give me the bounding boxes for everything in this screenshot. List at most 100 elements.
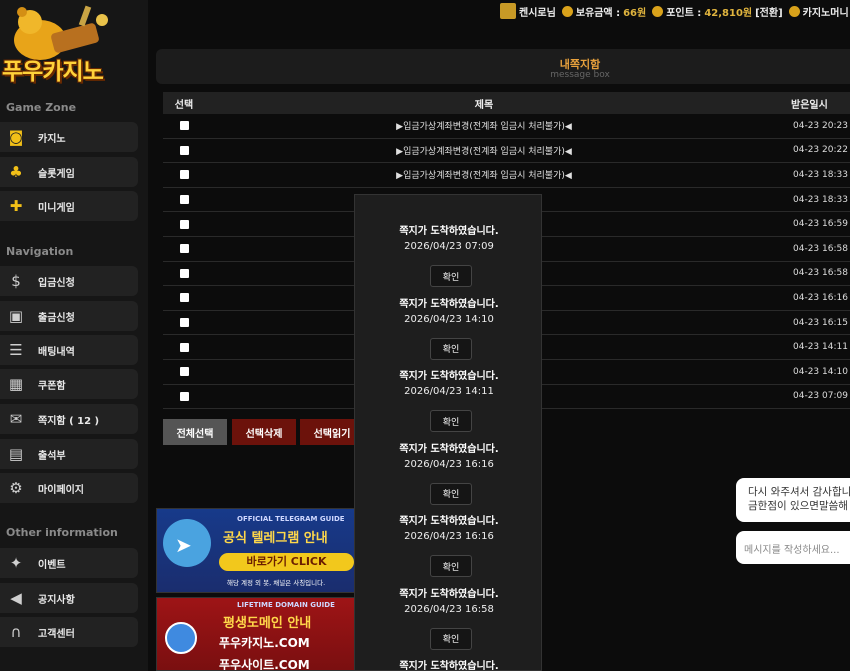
chat-line-2: 금한점이 있으면말씀해 xyxy=(748,500,848,512)
table-row[interactable]: ▶입금가상계좌변경(전계좌 입금시 처리불가)◀ 04-23 20:23 xyxy=(163,114,850,139)
row-checkbox-cell xyxy=(163,342,205,352)
user-settings-icon: ⚙ xyxy=(9,479,23,497)
domain-banner-title: 평생도메인 안내 xyxy=(223,616,312,631)
sidebar-item-attendance[interactable]: ▤ 출석부 xyxy=(0,439,138,469)
sidebar-item-label: 카지노 xyxy=(38,133,66,145)
row-date: 04-23 07:09 xyxy=(793,391,848,402)
deposit-icon: $ xyxy=(11,272,21,290)
sidebar-item-event[interactable]: ✦ 이벤트 xyxy=(0,548,138,578)
sidebar-item-label: 미니게임 xyxy=(38,202,75,214)
row-checkbox-cell xyxy=(163,268,205,278)
notification-message: 쪽지가 도착하였습니다. xyxy=(399,298,499,310)
sidebar-item-mypage[interactable]: ⚙ 마이페이지 xyxy=(0,473,138,503)
sidebar-item-label: 출석부 xyxy=(38,450,66,462)
header-date: 받은일시 xyxy=(791,99,828,111)
row-checkbox[interactable] xyxy=(179,342,189,352)
notification-item: 쪽지가 도착하였습니다. 2026/04/23 14:10 xyxy=(355,295,541,325)
notification-item: 쪽지가 도착하였습니다. 2026/04/23 16:16 xyxy=(355,512,541,542)
row-checkbox[interactable] xyxy=(179,391,189,401)
select-all-button[interactable]: 전체선택 xyxy=(163,419,227,445)
cherry-icon: ♣ xyxy=(9,163,23,181)
withdraw-icon: ▣ xyxy=(8,307,24,325)
notification-message: 쪽지가 도착하였습니다. xyxy=(399,588,499,600)
casino-chip-icon: ◙ xyxy=(8,128,24,146)
row-date: 04-23 18:33 xyxy=(793,169,848,180)
notification-confirm-button[interactable]: 확인 xyxy=(430,337,472,360)
row-date: 04-23 14:10 xyxy=(793,366,848,377)
sidebar-item-messages[interactable]: ✉ 쪽지함 ( 12 ) xyxy=(0,404,138,434)
sidebar-item-label: 출금신청 xyxy=(38,312,75,324)
coupon-icon: ▦ xyxy=(8,375,24,393)
points-icon xyxy=(652,5,664,17)
sidebar-item-label: 쿠폰함 xyxy=(38,380,66,392)
sidebar-item-withdraw[interactable]: ▣ 출금신청 xyxy=(0,301,138,331)
domain-banner-small: LIFETIME DOMAIN GUIDE xyxy=(237,601,335,609)
row-date: 04-23 20:22 xyxy=(793,145,848,156)
row-checkbox[interactable] xyxy=(179,268,189,278)
sidebar-item-slot[interactable]: ♣ 슬롯게임 xyxy=(0,157,138,187)
table-row[interactable]: ▶입금가상계좌변경(전계좌 입금시 처리불가)◀ 04-23 18:33 xyxy=(163,163,850,188)
points-label: 포인트 : xyxy=(666,7,702,19)
notification-confirm-button[interactable]: 확인 xyxy=(430,265,472,287)
row-checkbox[interactable] xyxy=(179,219,189,229)
row-date: 04-23 14:11 xyxy=(793,342,848,353)
sidebar-item-label: 배팅내역 xyxy=(38,346,75,358)
sidebar-item-label: 고객센터 xyxy=(38,628,75,640)
sidebar: 푸우카지노 Game Zone ◙ 카지노 ♣ 슬롯게임 ✚ 미니게임 Navi… xyxy=(0,0,148,671)
domain-2: 푸우사이트.COM xyxy=(219,658,310,671)
sidebar-item-minigame[interactable]: ✚ 미니게임 xyxy=(0,191,138,221)
row-title[interactable]: ▶입금가상계좌변경(전계좌 입금시 처리불가)◀ xyxy=(185,119,783,132)
sidebar-item-casino[interactable]: ◙ 카지노 xyxy=(0,122,138,152)
row-checkbox-cell xyxy=(163,367,205,377)
calendar-icon: ▤ xyxy=(8,445,24,463)
row-date: 04-23 16:58 xyxy=(793,268,848,279)
notification-popup: 쪽지가 도착하였습니다. 2026/04/23 07:09 확인 쪽지가 도착하였습니… xyxy=(354,194,542,671)
section-other-information: Other information xyxy=(6,526,118,539)
notification-message: 쪽지가 도착하였습니다. xyxy=(399,516,499,527)
sidebar-item-coupon[interactable]: ▦ 쿠폰함 xyxy=(0,369,138,399)
page-subtitle: message box xyxy=(550,70,610,80)
row-checkbox[interactable] xyxy=(179,367,189,377)
notification-message: 쪽지가 도착하였습니다. xyxy=(399,226,499,237)
delete-selected-button[interactable]: 선택삭제 xyxy=(232,419,296,445)
row-date: 04-23 16:59 xyxy=(793,219,848,230)
row-checkbox[interactable] xyxy=(179,244,189,254)
chat-message-input[interactable]: 메시지를 작성하세요... xyxy=(736,531,850,564)
sidebar-item-label: 쪽지함 ( 12 ) xyxy=(38,415,100,427)
balance-label: 보유금액 : xyxy=(575,7,621,19)
casino-money-icon xyxy=(788,5,800,17)
telegram-banner-small: OFFICIAL TELEGRAM GUIDE xyxy=(237,515,345,523)
sidebar-item-label: 슬롯게임 xyxy=(38,168,75,180)
table-row[interactable]: ▶입금가상계좌변경(전계좌 입금시 처리불가)◀ 04-23 20:22 xyxy=(163,139,850,164)
convert-link[interactable]: [전환] xyxy=(755,4,783,19)
notification-message: 쪽지가 도착하였습니다. xyxy=(399,661,499,671)
row-title[interactable]: ▶입금가상계좌변경(전계좌 입금시 처리불가)◀ xyxy=(185,144,783,157)
telegram-banner[interactable]: ➤ OFFICIAL TELEGRAM GUIDE 공식 텔레그램 안내 바로가… xyxy=(156,508,356,593)
sidebar-item-deposit[interactable]: $ 입금신청 xyxy=(0,266,138,296)
notification-item: 쪽지가 도착하였습니다. xyxy=(355,657,541,671)
row-checkbox-cell xyxy=(163,391,205,401)
sidebar-item-notice[interactable]: ◀ 공지사항 xyxy=(0,583,138,613)
telegram-click-button[interactable]: 바로가기 CLICK xyxy=(219,553,354,571)
headset-icon: ∩ xyxy=(10,623,22,641)
notification-confirm-button[interactable]: 확인 xyxy=(430,555,472,577)
points-value: 42,810원 xyxy=(704,7,753,19)
user-info-bar: 켄시로님 보유금액 : 66원 포인트 : 42,810원 [전환] 카지노머니… xyxy=(500,2,850,20)
history-icon: ☰ xyxy=(9,341,23,359)
notification-time: 2026/04/23 16:16 xyxy=(404,458,494,470)
domain-1: 푸우카지노.COM xyxy=(219,636,310,650)
sidebar-item-betting-history[interactable]: ☰ 배팅내역 xyxy=(0,335,138,365)
notification-item: 쪽지가 도착하였습니다. 2026/04/23 14:11 xyxy=(355,367,541,397)
row-title[interactable]: ▶입금가상계좌변경(전계좌 입금시 처리불가)◀ xyxy=(185,168,783,181)
notification-confirm-button[interactable]: 확인 xyxy=(430,410,472,432)
notification-confirm-button[interactable]: 확인 xyxy=(430,482,472,505)
casino-money: 카지노머니 : 0원 xyxy=(802,7,850,19)
notification-confirm-button[interactable]: 확인 xyxy=(430,627,472,650)
sidebar-item-label: 입금신청 xyxy=(38,277,75,289)
sidebar-item-support[interactable]: ∩ 고객센터 xyxy=(0,617,138,647)
header-title: 제목 xyxy=(474,99,494,111)
table-header: 선택 제목 받은일시 xyxy=(163,92,850,114)
domain-banner[interactable]: LIFETIME DOMAIN GUIDE 평생도메인 안내 푸우카지노.COM… xyxy=(156,597,356,671)
gamepad-icon: ✚ xyxy=(9,197,23,215)
telegram-banner-note: 해당 계정 외 봇, 채널은 사칭입니다. xyxy=(227,579,326,587)
